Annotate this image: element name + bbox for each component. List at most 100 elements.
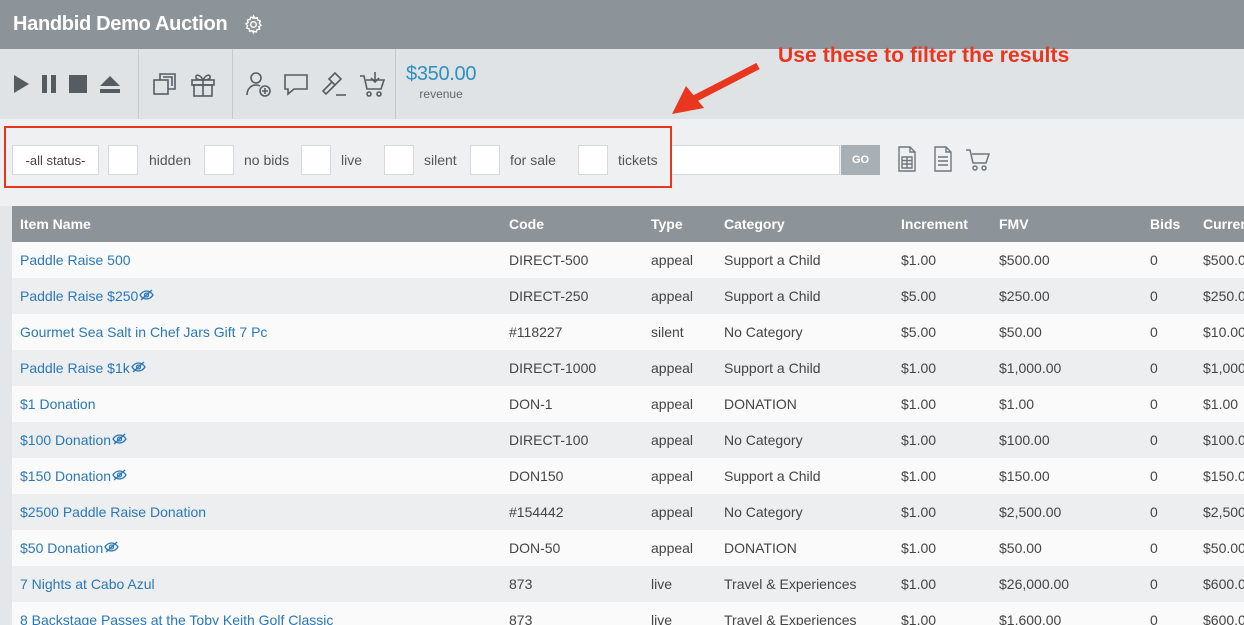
cell-increment: $1.00 — [901, 432, 937, 448]
cell-type: appeal — [651, 288, 694, 304]
bidder-tools — [244, 49, 386, 119]
item-name-text: Paddle Raise $1k — [20, 360, 130, 376]
item-tools — [152, 49, 216, 119]
cell-type: appeal — [651, 360, 694, 376]
cell-current: $600.00 — [1203, 612, 1244, 625]
column-header[interactable]: FMV — [999, 206, 1029, 242]
cell-code: #154442 — [509, 504, 564, 520]
cell-code: DON150 — [509, 468, 564, 484]
cell-fmv: $26,000.00 — [999, 576, 1070, 592]
cell-category: Support a Child — [724, 252, 821, 268]
document-icon[interactable] — [933, 146, 953, 177]
item-name-text: $150 Donation — [20, 468, 112, 484]
revenue-amount: $350.00 — [406, 63, 477, 85]
stop-icon[interactable] — [68, 74, 88, 94]
gear-icon[interactable] — [242, 14, 264, 36]
cell-current: $600.00 — [1203, 576, 1244, 592]
cell-increment: $5.00 — [901, 288, 937, 304]
item-name-text: $2500 Paddle Raise Donation — [20, 504, 207, 520]
revenue-display: $350.00 revenue — [406, 63, 477, 101]
gavel-icon[interactable] — [320, 70, 348, 98]
column-header[interactable]: Category — [724, 206, 785, 242]
cell-fmv: $2,500.00 — [999, 504, 1062, 520]
cell-bids: 0 — [1150, 252, 1158, 268]
column-header[interactable]: Code — [509, 206, 544, 242]
cell-current: $2,500.00 — [1203, 504, 1244, 520]
item-name-link[interactable]: $1 Donation — [20, 386, 96, 422]
toolbar-divider — [138, 49, 139, 119]
add-user-icon[interactable] — [244, 70, 272, 98]
item-name-link[interactable]: Paddle Raise $250 — [20, 278, 155, 314]
table-row: Paddle Raise 500 DIRECT-500 appeal Support … — [12, 242, 1244, 278]
item-name-link[interactable]: $50 Donation — [20, 530, 120, 566]
cell-type: appeal — [651, 468, 694, 484]
cell-type: appeal — [651, 252, 694, 268]
table-row: $1 Donation DON-1 appeal DONATION $1.00 $1.00… — [12, 386, 1244, 422]
item-name-text: $50 Donation — [20, 540, 104, 556]
item-name-text: Gourmet Sea Salt in Chef Jars Gift 7 Pc — [20, 324, 268, 340]
column-header[interactable]: Bids — [1150, 206, 1180, 242]
column-header[interactable]: Item Name — [20, 206, 91, 242]
item-name-link[interactable]: Paddle Raise $1k — [20, 350, 146, 386]
cell-increment: $1.00 — [901, 576, 937, 592]
cell-category: Travel & Experiences — [724, 576, 857, 592]
cell-bids: 0 — [1150, 324, 1158, 340]
spreadsheet-icon[interactable] — [897, 146, 917, 177]
cell-code: DIRECT-500 — [509, 252, 589, 268]
cart-icon[interactable] — [965, 146, 991, 177]
copy-icon[interactable] — [152, 71, 178, 97]
cell-code: DIRECT-100 — [509, 432, 589, 448]
go-button[interactable]: GO — [841, 145, 880, 175]
pause-icon[interactable] — [41, 74, 57, 94]
search-input[interactable] — [672, 145, 840, 175]
cell-increment: $1.00 — [901, 540, 937, 556]
items-table: Item Name Code Type Category Increment F… — [12, 206, 1244, 625]
playback-controls — [12, 49, 121, 119]
item-name-link[interactable]: $150 Donation — [20, 458, 127, 494]
cell-fmv: $1,000.00 — [999, 360, 1062, 376]
table-row: $2500 Paddle Raise Donation #154442 appeal… — [12, 494, 1244, 530]
gift-icon[interactable] — [190, 70, 216, 98]
cell-type: appeal — [651, 504, 694, 520]
callout-text: Use these to filter the results — [778, 44, 1070, 67]
cell-increment: $1.00 — [901, 612, 937, 625]
cell-category: DONATION — [724, 396, 797, 412]
hidden-eye-icon — [112, 422, 127, 458]
hidden-eye-icon — [112, 458, 127, 494]
item-name-text: Paddle Raise 500 — [20, 252, 131, 268]
item-name-link[interactable]: 7 Nights at Cabo Azul — [20, 566, 155, 602]
cell-bids: 0 — [1150, 396, 1158, 412]
cart-download-icon[interactable] — [358, 70, 386, 98]
cell-current: $10.00 — [1203, 324, 1244, 340]
cell-type: appeal — [651, 432, 694, 448]
cell-current: $250.00 — [1203, 288, 1244, 304]
item-name-link[interactable]: $2500 Paddle Raise Donation — [20, 494, 206, 530]
item-name-link[interactable]: 8 Backstage Passes at the Toby Keith Gol… — [20, 602, 333, 625]
chat-icon[interactable] — [282, 71, 310, 97]
cell-fmv: $50.00 — [999, 324, 1042, 340]
cell-current: $100.00 — [1203, 432, 1244, 448]
cell-category: Support a Child — [724, 360, 821, 376]
callout-arrow — [672, 62, 760, 114]
cell-code: DON-50 — [509, 540, 561, 556]
cell-bids: 0 — [1150, 360, 1158, 376]
column-header[interactable]: Type — [651, 206, 683, 242]
cell-category: Travel & Experiences — [724, 612, 857, 625]
column-header[interactable]: Increment — [901, 206, 968, 242]
item-name-link[interactable]: Paddle Raise 500 — [20, 242, 131, 278]
cell-fmv: $100.00 — [999, 432, 1050, 448]
eject-icon[interactable] — [99, 74, 121, 94]
play-icon[interactable] — [12, 74, 30, 94]
item-name-link[interactable]: $100 Donation — [20, 422, 127, 458]
cell-category: No Category — [724, 504, 803, 520]
hidden-eye-icon — [104, 530, 120, 566]
auction-title: Handbid Demo Auction — [13, 13, 228, 35]
table-row: Gourmet Sea Salt in Chef Jars Gift 7 Pc #… — [12, 314, 1244, 350]
cell-bids: 0 — [1150, 576, 1158, 592]
item-name-text: 8 Backstage Passes at the Toby Keith Gol… — [20, 612, 334, 625]
item-name-link[interactable]: Gourmet Sea Salt in Chef Jars Gift 7 Pc — [20, 314, 267, 350]
table-row: 8 Backstage Passes at the Toby Keith Gol… — [12, 602, 1244, 625]
cell-bids: 0 — [1150, 504, 1158, 520]
column-header[interactable]: Current — [1203, 206, 1244, 242]
cell-code: #118227 — [509, 324, 563, 340]
